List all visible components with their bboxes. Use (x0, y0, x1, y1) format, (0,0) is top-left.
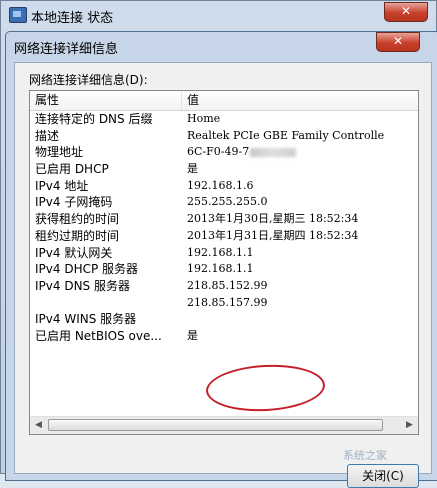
table-row[interactable]: 租约过期的时间 2013年1月31日,星期四 18:52:34 (30, 228, 418, 245)
table-row[interactable]: IPv4 子网掩码 255.255.255.0 (30, 194, 418, 211)
row-value: 2013年1月30日,星期三 18:52:34 (187, 212, 359, 226)
outer-window-title: 本地连接 状态 (31, 11, 114, 26)
table-row[interactable]: IPv4 DHCP 服务器 192.168.1.1 (30, 261, 418, 278)
table-row[interactable]: 物理地址 6C-F0-49-7 (30, 144, 418, 161)
row-value: 192.168.1.1 (187, 262, 254, 276)
dialog-title: 网络连接详细信息 (14, 42, 119, 57)
details-label: 网络连接详细信息(D): (29, 73, 148, 87)
table-row[interactable]: 获得租约的时间 2013年1月30日,星期三 18:52:34 (30, 211, 418, 228)
row-property: 已启用 NetBIOS ove... (35, 328, 162, 343)
listview-rows: 连接特定的 DNS 后缀 Home 描述 Realtek PCIe GBE Fa… (30, 111, 418, 345)
row-property: IPv4 地址 (35, 178, 89, 193)
row-property: IPv4 DHCP 服务器 (35, 262, 139, 277)
network-status-window: 本地连接 状态 ✕ 网络连接详细信息 ✕ 网络连接详细信息(D): 属性 值 连… (0, 0, 437, 488)
row-value: 2013年1月31日,星期四 18:52:34 (187, 228, 359, 242)
table-row[interactable]: IPv4 默认网关 192.168.1.1 (30, 245, 418, 262)
listview-header: 属性 值 (30, 91, 418, 111)
row-property: IPv4 子网掩码 (35, 195, 113, 210)
watermark-logo-text: 系统之家 (343, 450, 387, 462)
row-value: 192.168.1.6 (187, 178, 254, 192)
row-value: Home (187, 112, 221, 125)
row-value: 218.85.152.99 (187, 278, 268, 292)
table-row[interactable]: 连接特定的 DNS 后缀 Home (30, 111, 418, 128)
redacted-mac-blur (250, 147, 297, 157)
table-row[interactable]: 描述 Realtek PCIe GBE Family Controlle (30, 128, 418, 145)
outer-titlebar[interactable]: 本地连接 状态 ✕ (1, 1, 437, 29)
row-property: 已启用 DHCP (35, 162, 109, 177)
scroll-left-arrow-icon[interactable]: ◀ (30, 417, 47, 434)
scrollbar-thumb[interactable] (48, 419, 383, 431)
scroll-right-arrow-icon[interactable]: ▶ (401, 417, 418, 434)
table-row[interactable]: IPv4 地址 192.168.1.6 (30, 178, 418, 195)
row-property: 连接特定的 DNS 后缀 (35, 112, 153, 126)
row-value: Realtek PCIe GBE Family Controlle (187, 128, 385, 142)
row-property: IPv4 WINS 服务器 (35, 312, 137, 327)
row-property: IPv4 默认网关 (35, 245, 113, 260)
row-value: 是 (187, 162, 198, 176)
row-property: 描述 (35, 128, 60, 143)
table-row[interactable]: 218.85.157.99 (30, 295, 418, 312)
column-header-value[interactable]: 值 (182, 91, 418, 110)
row-property: IPv4 DNS 服务器 (35, 278, 130, 293)
dialog-close-button[interactable]: ✕ (376, 32, 420, 52)
mac-address-prefix: 6C-F0-49-7 (187, 145, 250, 159)
network-details-dialog: 网络连接详细信息 ✕ 网络连接详细信息(D): 属性 值 连接特定的 DNS 后… (5, 31, 437, 488)
table-row[interactable]: 已启用 NetBIOS ove... 是 (30, 328, 418, 345)
dialog-body: 网络连接详细信息(D): 属性 值 连接特定的 DNS 后缀 Home 描述 R… (14, 62, 432, 488)
table-row[interactable]: IPv4 WINS 服务器 (30, 311, 418, 328)
row-value: 255.255.255.0 (187, 195, 268, 209)
row-value: 218.85.157.99 (187, 295, 268, 309)
column-header-property[interactable]: 属性 (30, 91, 182, 110)
row-value-mac: 6C-F0-49-7 (187, 144, 297, 160)
row-value: 是 (187, 328, 198, 342)
dns-highlight-ellipse (204, 361, 327, 415)
network-connection-icon (9, 7, 27, 23)
table-row[interactable]: 已启用 DHCP 是 (30, 161, 418, 178)
outer-close-button[interactable]: ✕ (384, 2, 428, 22)
row-property: 租约过期的时间 (35, 228, 120, 243)
row-property: 物理地址 (35, 145, 84, 160)
row-value: 192.168.1.1 (187, 245, 254, 259)
details-listview[interactable]: 属性 值 连接特定的 DNS 后缀 Home 描述 Realtek PCIe G… (29, 90, 419, 435)
horizontal-scrollbar[interactable]: ◀ ▶ (30, 416, 418, 434)
row-property: 获得租约的时间 (35, 212, 120, 227)
close-button[interactable]: 关闭(C) (347, 464, 419, 488)
table-row[interactable]: IPv4 DNS 服务器 218.85.152.99 (30, 278, 418, 295)
dialog-titlebar[interactable]: 网络连接详细信息 ✕ (6, 32, 437, 60)
